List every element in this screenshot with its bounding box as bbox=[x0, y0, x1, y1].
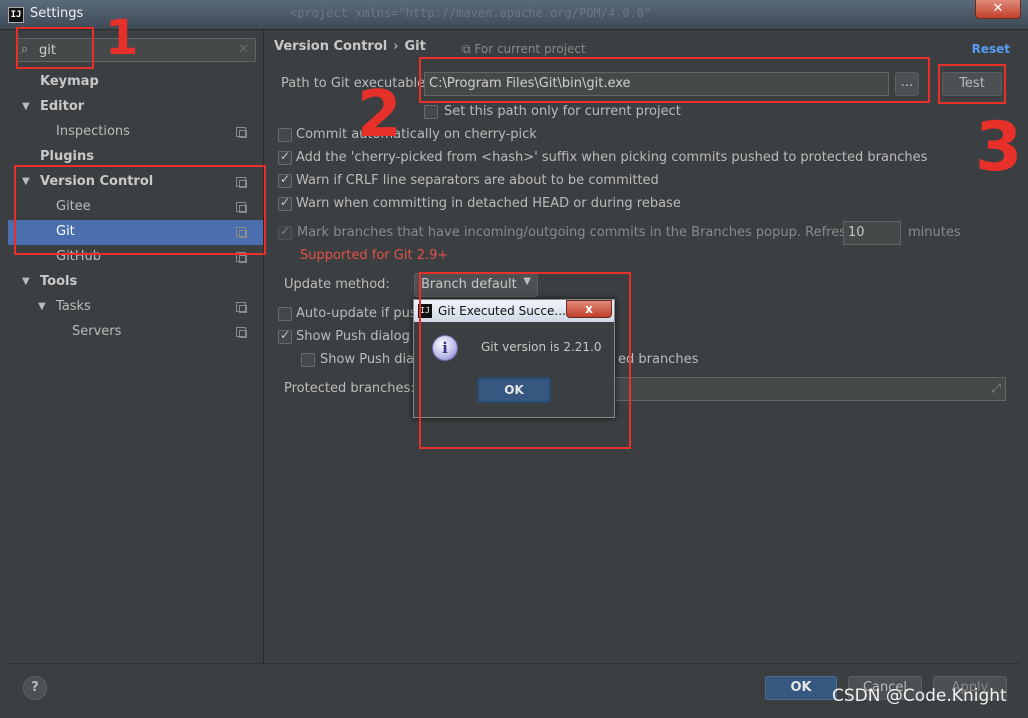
path-only-project-checkbox[interactable] bbox=[424, 105, 438, 119]
breadcrumb-separator: › bbox=[393, 39, 399, 54]
intellij-app-icon: IJ bbox=[8, 7, 24, 23]
window-title: Settings bbox=[30, 6, 84, 21]
tree-item-tools[interactable]: Tools bbox=[40, 269, 77, 294]
warn-crlf-label: Warn if CRLF line separators are about t… bbox=[296, 173, 659, 188]
window-close-button[interactable]: ✕ bbox=[975, 0, 1021, 19]
tree-item-servers[interactable]: Servers bbox=[72, 319, 256, 344]
reset-link[interactable]: Reset bbox=[972, 42, 1010, 56]
title-bar: IJ Settings <project xmlns="http://maven… bbox=[0, 0, 1028, 30]
refresh-minutes-input[interactable]: 10 bbox=[843, 221, 901, 245]
git-path-label: Path to Git executable: bbox=[281, 76, 430, 91]
commit-cherry-pick-checkbox[interactable] bbox=[278, 128, 292, 142]
scope-note: ⧉ For current project bbox=[462, 42, 586, 57]
csdn-watermark: CSDN @Code.Knight bbox=[832, 686, 1007, 706]
clear-search-icon[interactable]: ✕ bbox=[238, 42, 249, 57]
expand-arrow-icon[interactable]: ▼ bbox=[22, 101, 30, 112]
annotation-box-test bbox=[938, 64, 1006, 104]
breadcrumb-current: Git bbox=[404, 39, 426, 54]
project-scope-icon bbox=[236, 302, 247, 313]
commit-cherry-pick-label: Commit automatically on cherry-pick bbox=[296, 127, 537, 142]
annotation-number-1: 1 bbox=[105, 10, 139, 66]
breadcrumb-parent: Version Control bbox=[274, 39, 388, 54]
git-version-warning: Supported for Git 2.9+ bbox=[300, 248, 449, 263]
background-code-text: <project xmlns="http://maven.apache.org/… bbox=[290, 6, 652, 20]
expand-arrow-icon[interactable]: ▼ bbox=[22, 276, 30, 287]
show-push-protected-checkbox[interactable] bbox=[301, 353, 315, 367]
show-push-protected-label: Show Push dialo bbox=[320, 352, 426, 367]
warn-crlf-checkbox[interactable] bbox=[278, 172, 292, 188]
annotation-box-version-control bbox=[14, 165, 266, 255]
tree-item-label: Inspections bbox=[56, 124, 130, 139]
expand-arrow-icon[interactable]: ▼ bbox=[38, 301, 46, 312]
warn-detached-head-checkbox[interactable] bbox=[278, 195, 292, 211]
warn-detached-head-label: Warn when committing in detached HEAD or… bbox=[296, 196, 681, 211]
show-push-dialog-checkbox[interactable] bbox=[278, 328, 292, 344]
show-push-dialog-label: Show Push dialog fo bbox=[296, 329, 427, 344]
path-only-project-label: Set this path only for current project bbox=[444, 104, 681, 119]
settings-tree: ⌕ git ✕ Keymap ▼ Editor Inspections Plug… bbox=[8, 30, 264, 663]
update-method-label: Update method: bbox=[284, 277, 390, 292]
auto-update-push-label: Auto-update if push bbox=[296, 306, 425, 321]
annotation-number-3: 3 bbox=[975, 108, 1023, 187]
tree-item-tasks[interactable]: Tasks bbox=[56, 294, 256, 319]
mark-branches-label: Mark branches that have incoming/outgoin… bbox=[297, 225, 896, 240]
annotation-box-search bbox=[16, 27, 94, 69]
annotation-box-git-path bbox=[419, 57, 930, 103]
help-button[interactable]: ? bbox=[23, 676, 47, 700]
minutes-label: minutes bbox=[908, 225, 961, 240]
annotation-number-2: 2 bbox=[357, 78, 402, 152]
auto-update-push-checkbox[interactable] bbox=[278, 307, 292, 321]
protected-branches-label: Protected branches: bbox=[284, 381, 415, 396]
project-scope-icon bbox=[236, 327, 247, 338]
cherry-picked-suffix-label: Add the 'cherry-picked from <hash>' suff… bbox=[296, 150, 928, 165]
project-scope-icon: ⧉ bbox=[462, 42, 475, 56]
mark-branches-checkbox[interactable] bbox=[278, 224, 292, 240]
expand-icon[interactable]: ⤢ bbox=[991, 381, 1001, 396]
tree-item-editor[interactable]: Editor bbox=[40, 94, 84, 119]
annotation-box-popup bbox=[419, 272, 631, 449]
cherry-picked-suffix-checkbox[interactable] bbox=[278, 149, 292, 165]
breadcrumb: Version Control › Git bbox=[274, 39, 426, 54]
tree-item-label: Servers bbox=[72, 324, 122, 339]
project-scope-icon bbox=[236, 127, 247, 138]
tree-item-keymap[interactable]: Keymap bbox=[40, 69, 99, 94]
tree-item-label: Tasks bbox=[56, 299, 91, 314]
ok-button[interactable]: OK bbox=[765, 676, 837, 700]
scope-text: For current project bbox=[474, 42, 586, 56]
tree-item-inspections[interactable]: Inspections bbox=[56, 119, 256, 144]
